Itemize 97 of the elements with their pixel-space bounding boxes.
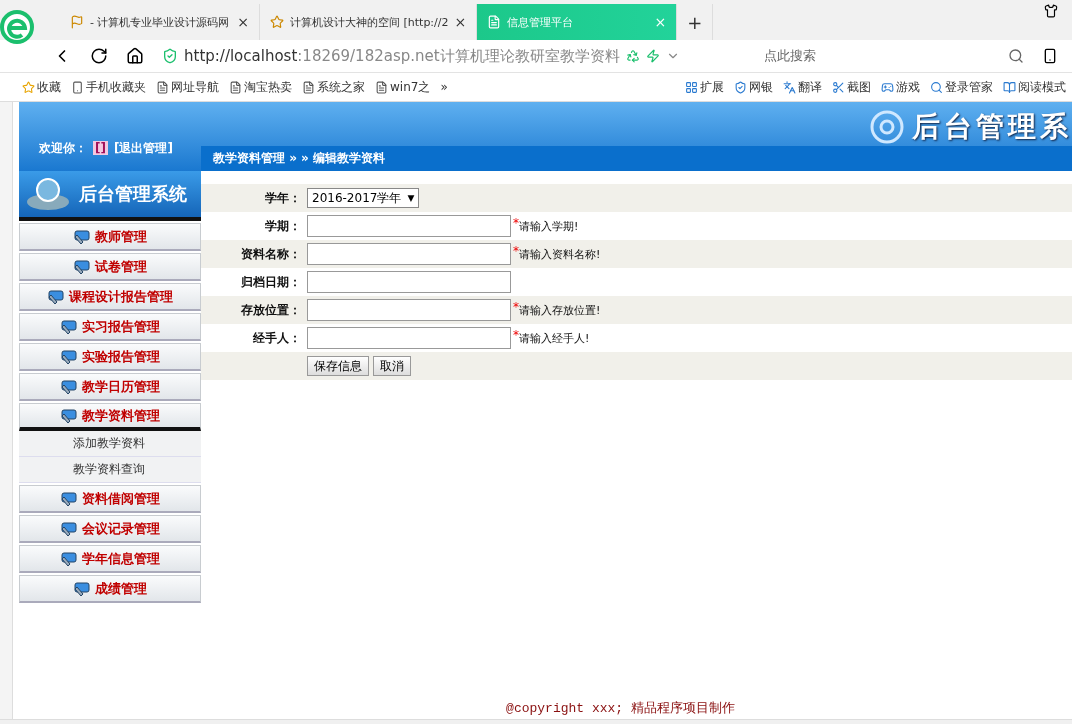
logout-link[interactable]: [退出管理]: [113, 141, 173, 155]
menu-item[interactable]: 教学资料管理: [19, 403, 201, 431]
scissors-icon: [832, 80, 845, 94]
grid-icon: [685, 80, 698, 94]
reload-icon[interactable]: [90, 47, 108, 65]
text-field[interactable]: [307, 327, 511, 349]
toolbar-item[interactable]: 阅读模式: [1003, 78, 1066, 96]
sidebar-logo: 后台管理系统: [19, 171, 201, 221]
save-button[interactable]: 保存信息: [307, 356, 369, 376]
text-field[interactable]: [307, 299, 511, 321]
flag-icon: [70, 15, 84, 29]
bookmark-item[interactable]: 收藏: [22, 78, 61, 96]
bookmark-item[interactable]: 淘宝热卖: [229, 78, 292, 96]
pencil-icon: [73, 580, 91, 597]
close-icon[interactable]: ×: [237, 14, 249, 30]
gamepad-icon: [881, 80, 894, 94]
copyright-text: @copyright xxx; 精品程序项目制作: [505, 700, 736, 718]
bookmark-item[interactable]: win7之: [375, 78, 431, 96]
pencil-icon: [60, 318, 78, 335]
page-icon: [156, 80, 169, 94]
bookmark-item[interactable]: 系统之家: [302, 78, 365, 96]
toolbar-item[interactable]: 游戏: [881, 78, 920, 96]
toolbar-item[interactable]: 扩展: [685, 78, 724, 96]
toolbar-item[interactable]: 翻译: [783, 78, 822, 96]
text-field[interactable]: [307, 243, 511, 265]
pencil-icon: [60, 407, 78, 424]
submenu-item[interactable]: 添加教学资料: [19, 431, 201, 457]
toolbar-item[interactable]: 登录管家: [930, 78, 993, 96]
bookmark-item[interactable]: 手机收藏夹: [71, 78, 146, 96]
menu-item[interactable]: 教师管理: [19, 223, 201, 251]
browser-logo[interactable]: [0, 10, 34, 44]
bolt-icon[interactable]: [645, 49, 660, 63]
page-icon: [487, 15, 502, 29]
welcome-label: 欢迎你：: [39, 141, 87, 155]
year-select[interactable]: 2016-2017学年 ▼: [307, 188, 420, 208]
star-icon: [22, 80, 35, 94]
shirt-icon[interactable]: [1044, 4, 1058, 18]
pencil-icon: [60, 378, 78, 395]
field-hint: 请输入学期!: [519, 219, 579, 234]
toolbar-item[interactable]: 截图: [832, 78, 871, 96]
field-hint: 请输入存放位置!: [519, 303, 601, 318]
required-mark: *: [513, 244, 519, 258]
banner-title: 后台管理系: [870, 108, 1072, 146]
translate-icon: [783, 80, 796, 94]
phone-icon[interactable]: [1042, 48, 1058, 64]
user-name: []: [93, 141, 108, 155]
field-label: 学期：: [264, 217, 302, 235]
pencil-icon: [73, 258, 91, 275]
shield-icon: [162, 48, 178, 64]
bookmark-item[interactable]: 网址导航: [156, 78, 219, 96]
recycle-icon[interactable]: [625, 49, 640, 63]
toolbar-item[interactable]: 网银: [734, 78, 773, 96]
field-label: 学年：: [264, 189, 302, 207]
address-field[interactable]: http://localhost:18269/182asp.net计算机理论教研室教学资料: [162, 43, 746, 69]
required-mark: *: [513, 328, 519, 342]
pencil-icon: [73, 228, 91, 245]
pencil-icon: [60, 520, 78, 537]
menu-item[interactable]: 会议记录管理: [19, 515, 201, 543]
field-label: 归档日期：: [240, 273, 302, 291]
menu-item[interactable]: 实习报告管理: [19, 313, 201, 341]
menu-item[interactable]: 课程设计报告管理: [19, 283, 201, 311]
shield-icon: [734, 80, 747, 94]
phone-icon: [71, 80, 84, 94]
menu-item[interactable]: 成绩管理: [19, 575, 201, 603]
search-icon: [930, 80, 943, 94]
required-mark: *: [513, 300, 519, 314]
star-icon: [270, 15, 284, 29]
mascot-icon: [25, 176, 71, 212]
bookmark-item[interactable]: »: [440, 80, 448, 94]
search-field[interactable]: 点此搜索: [764, 47, 1024, 65]
pencil-icon: [47, 288, 65, 305]
text-field[interactable]: [307, 215, 511, 237]
field-label: 资料名称：: [240, 245, 302, 263]
page-icon: [302, 80, 315, 94]
pencil-icon: [60, 490, 78, 507]
menu-item[interactable]: 实验报告管理: [19, 343, 201, 371]
cancel-button[interactable]: 取消: [373, 356, 411, 376]
close-icon[interactable]: ×: [454, 14, 467, 30]
page-icon: [375, 80, 388, 94]
pencil-icon: [60, 550, 78, 567]
required-mark: *: [513, 216, 519, 230]
field-label: 存放位置：: [240, 301, 302, 319]
menu-item[interactable]: 学年信息管理: [19, 545, 201, 573]
menu-item[interactable]: 资料借阅管理: [19, 485, 201, 513]
search-icon[interactable]: [1008, 48, 1024, 64]
field-hint: 请输入资料名称!: [519, 247, 601, 262]
home-icon[interactable]: [126, 47, 144, 65]
pencil-icon: [60, 348, 78, 365]
field-hint: 请输入经手人!: [519, 331, 590, 346]
submenu-item[interactable]: 教学资料查询: [19, 457, 201, 483]
book-icon: [1003, 80, 1016, 94]
field-label: 经手人：: [252, 329, 302, 347]
text-field[interactable]: [307, 271, 511, 293]
menu-item[interactable]: 教学日历管理: [19, 373, 201, 401]
breadcrumb: 教学资料管理 » » 编辑教学资料: [201, 146, 1072, 171]
page-icon: [229, 80, 242, 94]
menu-item[interactable]: 试卷管理: [19, 253, 201, 281]
